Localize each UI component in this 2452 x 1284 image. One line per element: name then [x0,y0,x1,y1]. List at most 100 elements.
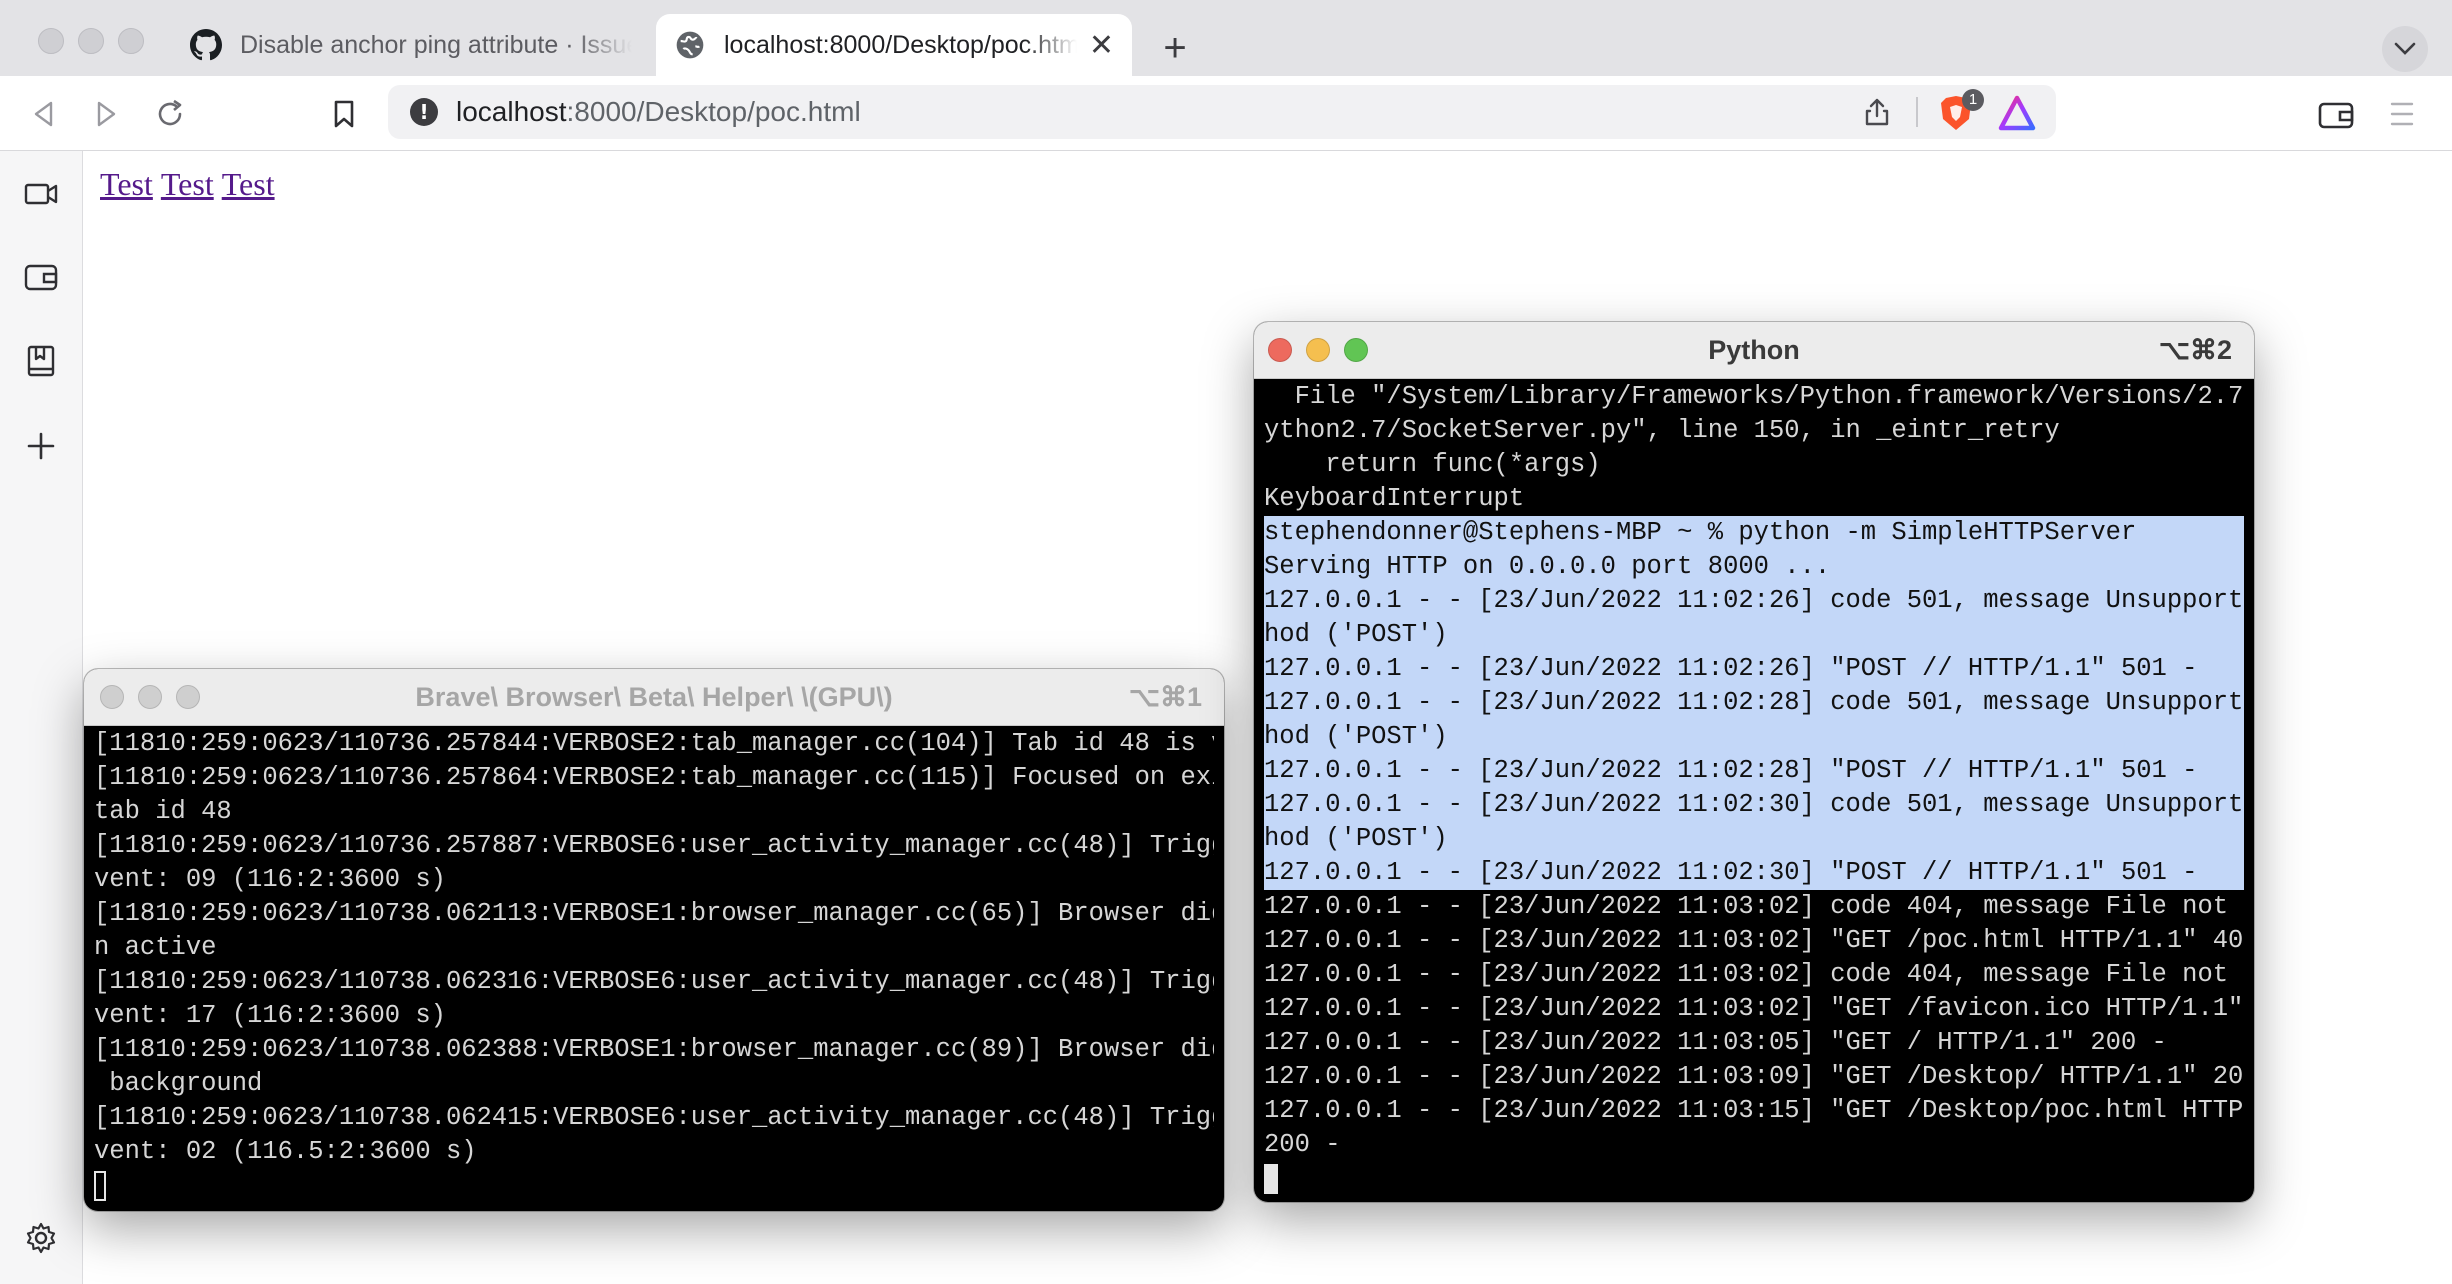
terminal-titlebar[interactable]: Python ⌥⌘2 [1254,322,2254,379]
address-bar[interactable]: ! localhost:8000/Desktop/poc.html 1 [388,85,2056,139]
back-button[interactable] [26,96,62,132]
terminal-line: hod ('POST') [1264,720,2244,754]
page-links: Test Test Test [100,166,283,203]
tab-strip: Disable anchor ping attribute · Issue lo… [0,0,2452,76]
terminal-line: Serving HTTP on 0.0.0.0 port 8000 ... [1264,550,2244,584]
terminal-cursor [94,1171,106,1201]
tab-close-icon[interactable]: ✕ [1089,28,1114,63]
tab-title: localhost:8000/Desktop/poc.html [724,30,1077,59]
url-text[interactable]: localhost:8000/Desktop/poc.html [456,96,861,128]
url-host: localhost [456,96,567,127]
terminal-title: Brave\ Browser\ Beta\ Helper\ \(GPU\) [415,682,893,712]
share-icon[interactable] [1862,97,1892,127]
sidebar [0,151,83,1284]
terminal-zoom-button[interactable] [176,685,200,709]
terminal-window-brave-helper[interactable]: Brave\ Browser\ Beta\ Helper\ \(GPU\) ⌥⌘… [84,669,1224,1211]
video-camera-icon [24,183,58,205]
window-zoom-button[interactable] [118,28,144,54]
terminal-line: 127.0.0.1 - - [23/Jun/2022 11:03:09] "GE… [1264,1062,2244,1091]
plus-icon [27,432,55,460]
tab-localhost-poc[interactable]: localhost:8000/Desktop/poc.html ✕ [656,14,1132,76]
forward-button[interactable] [88,96,124,132]
sidebar-item-talk[interactable] [20,173,62,215]
tab-list-button[interactable] [2382,26,2428,72]
terminal-line: [11810:259:0623/110738.062415:VERBOSE6:u… [94,1103,1214,1132]
new-tab-button[interactable]: + [1152,26,1198,72]
terminal-prompt-line[interactable] [94,1169,1214,1203]
wallet-icon [24,264,58,291]
sidebar-settings-button[interactable] [20,1217,62,1259]
wallet-icon[interactable] [2318,100,2354,130]
terminal-line: 127.0.0.1 - - [23/Jun/2022 11:02:26] "PO… [1264,652,2244,686]
terminal-close-button[interactable] [1268,338,1292,362]
terminal-line: hod ('POST') [1264,618,2244,652]
terminal-line: 127.0.0.1 - - [23/Jun/2022 11:02:28] cod… [1264,686,2244,720]
terminal-line: 127.0.0.1 - - [23/Jun/2022 11:02:28] "PO… [1264,754,2244,788]
sidebar-add-button[interactable] [20,425,62,467]
reading-list-icon [27,345,55,377]
terminal-line: [11810:259:0623/110736.257887:VERBOSE6:u… [94,831,1214,860]
terminal-line: hod ('POST') [1264,822,2244,856]
terminal-line: [11810:259:0623/110736.257844:VERBOSE2:t… [94,729,1214,758]
window-close-button[interactable] [38,28,64,54]
terminal-shortcut: ⌥⌘1 [1128,682,1202,712]
terminal-line: 127.0.0.1 - - [23/Jun/2022 11:03:02] cod… [1264,892,2244,921]
terminal-prompt-line[interactable] [1264,1162,2244,1196]
terminal-line: KeyboardInterrupt [1264,484,1525,513]
sidebar-item-bookmarks[interactable] [20,340,62,382]
terminal-line: [11810:259:0623/110738.062388:VERBOSE1:b… [94,1035,1214,1064]
terminal-cursor [1264,1164,1278,1194]
bookmark-button[interactable] [326,96,362,132]
terminal-line: [11810:259:0623/110738.062113:VERBOSE1:b… [94,899,1214,928]
window-minimize-button[interactable] [78,28,104,54]
terminal-line: vent: 09 (116:2:3600 s) [94,865,446,894]
url-separator [1916,97,1918,127]
reload-button[interactable] [152,96,188,132]
url-path: :8000/Desktop/poc.html [566,96,861,127]
terminal-titlebar[interactable]: Brave\ Browser\ Beta\ Helper\ \(GPU\) ⌥⌘… [84,669,1224,726]
terminal-close-button[interactable] [100,685,124,709]
brave-rewards-icon[interactable] [1998,95,2036,131]
terminal-output[interactable]: File "/System/Library/Frameworks/Python.… [1264,380,2244,1202]
test-link-1[interactable]: Test [100,166,153,202]
terminal-minimize-button[interactable] [1306,338,1330,362]
terminal-line: 127.0.0.1 - - [23/Jun/2022 11:02:26] cod… [1264,584,2244,618]
terminal-line: background [94,1069,263,1098]
terminal-line: 127.0.0.1 - - [23/Jun/2022 11:03:05] "GE… [1264,1028,2167,1057]
github-icon [190,29,222,61]
tab-github-issue[interactable]: Disable anchor ping attribute · Issue [172,14,650,76]
terminal-line: 200 - [1264,1130,1341,1159]
terminal-line: vent: 02 (116.5:2:3600 s) [94,1137,477,1166]
terminal-line: vent: 17 (116:2:3600 s) [94,1001,446,1030]
terminal-line: [11810:259:0623/110738.062316:VERBOSE6:u… [94,967,1214,996]
terminal-title: Python [1708,335,1800,365]
terminal-line: 127.0.0.1 - - [23/Jun/2022 11:03:02] "GE… [1264,994,2244,1023]
terminal-line: 127.0.0.1 - - [23/Jun/2022 11:03:15] "GE… [1264,1096,2244,1125]
terminal-line: ython2.7/SocketServer.py", line 150, in … [1264,416,2060,445]
terminal-line: return func(*args) [1264,450,1601,479]
test-link-2[interactable]: Test [161,166,214,202]
reload-icon [158,99,182,126]
terminal-output[interactable]: [11810:259:0623/110736.257844:VERBOSE2:t… [94,727,1214,1211]
forward-icon [97,101,116,127]
terminal-line: stephendonner@Stephens-MBP ~ % python -m… [1264,516,2244,550]
back-icon [34,101,53,127]
tab-title: Disable anchor ping attribute · Issue [240,30,632,59]
test-link-3[interactable]: Test [222,166,275,202]
bookmark-icon [334,100,354,128]
chevron-down-icon [2394,42,2416,55]
sidebar-item-wallet[interactable] [20,256,62,298]
terminal-line: [11810:259:0623/110736.257864:VERBOSE2:t… [94,763,1214,792]
shields-count-badge: 1 [1962,89,1984,111]
terminal-line: 127.0.0.1 - - [23/Jun/2022 11:02:30] cod… [1264,788,2244,822]
terminal-line: 127.0.0.1 - - [23/Jun/2022 11:02:30] "PO… [1264,856,2244,890]
terminal-line: tab id 48 [94,797,232,826]
terminal-zoom-button[interactable] [1344,338,1368,362]
terminal-line: n active [94,933,217,962]
terminal-line: 127.0.0.1 - - [23/Jun/2022 11:03:02] "GE… [1264,926,2244,955]
terminal-minimize-button[interactable] [138,685,162,709]
terminal-window-python[interactable]: Python ⌥⌘2 File "/System/Library/Framewo… [1254,322,2254,1202]
site-info-icon[interactable]: ! [410,98,438,126]
menu-icon[interactable] [2388,98,2416,130]
globe-icon [676,31,704,59]
